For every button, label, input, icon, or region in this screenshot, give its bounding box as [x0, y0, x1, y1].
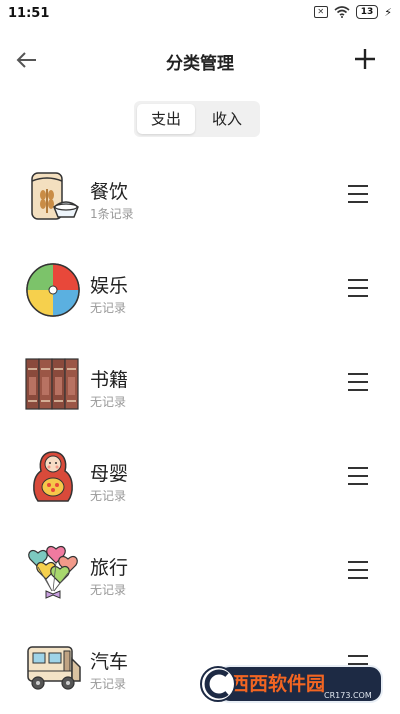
category-row-maternity[interactable]: 母婴 无记录 [0, 432, 400, 526]
matryoshka-icon [33, 451, 73, 502]
category-name: 餐饮 [90, 181, 129, 203]
drag-handle-icon[interactable] [346, 276, 370, 300]
wifi-icon [334, 6, 350, 18]
category-record-count: 1条记录 [90, 207, 134, 221]
category-row-books[interactable]: 书籍 无记录 [0, 338, 400, 432]
category-row-travel[interactable]: 旅行 无记录 [0, 526, 400, 620]
bolt-icon: ⚡ [384, 5, 392, 19]
category-row-dining[interactable]: 餐饮 1条记录 [0, 150, 400, 244]
beach-ball-icon [26, 263, 80, 317]
category-row-entertainment[interactable]: 娱乐 无记录 [0, 244, 400, 338]
status-time: 11:51 [8, 6, 50, 21]
balloons-icon [28, 545, 78, 599]
category-name: 旅行 [90, 557, 129, 579]
tab-expense[interactable]: 支出 [137, 104, 195, 134]
sim-x-icon: ✕ [313, 6, 328, 18]
drag-handle-icon[interactable] [346, 464, 370, 488]
rice-bag-icon [31, 172, 79, 220]
category-name: 汽车 [90, 651, 129, 673]
page-title: 分类管理 [166, 54, 234, 74]
camper-van-icon [27, 646, 81, 690]
category-record-count: 无记录 [90, 395, 127, 409]
books-icon [25, 358, 79, 410]
watermark-logo: 西西软件园 CR173.COM [200, 665, 383, 703]
category-record-count: 无记录 [90, 489, 127, 503]
category-name: 书籍 [90, 369, 129, 391]
status-bar: 11:51 ✕ 13 ⚡ [0, 0, 400, 28]
drag-handle-icon[interactable] [346, 558, 370, 582]
type-segment: 支出 收入 [134, 101, 260, 137]
drag-handle-icon[interactable] [346, 370, 370, 394]
add-category-button[interactable] [350, 44, 380, 74]
tab-income[interactable]: 收入 [198, 104, 256, 134]
header: 分类管理 [0, 36, 400, 84]
category-name: 娱乐 [90, 275, 129, 297]
category-record-count: 无记录 [90, 301, 127, 315]
category-name: 母婴 [90, 463, 129, 485]
plus-icon [355, 49, 375, 69]
drag-handle-icon[interactable] [346, 182, 370, 206]
category-record-count: 无记录 [90, 583, 127, 597]
status-icons: ✕ 13 ⚡ [313, 5, 392, 19]
battery-level: 13 [355, 5, 379, 19]
category-record-count: 无记录 [90, 677, 127, 691]
watermark-url: CR173.COM [324, 691, 372, 700]
watermark-brand: 西西软件园 [230, 672, 325, 695]
